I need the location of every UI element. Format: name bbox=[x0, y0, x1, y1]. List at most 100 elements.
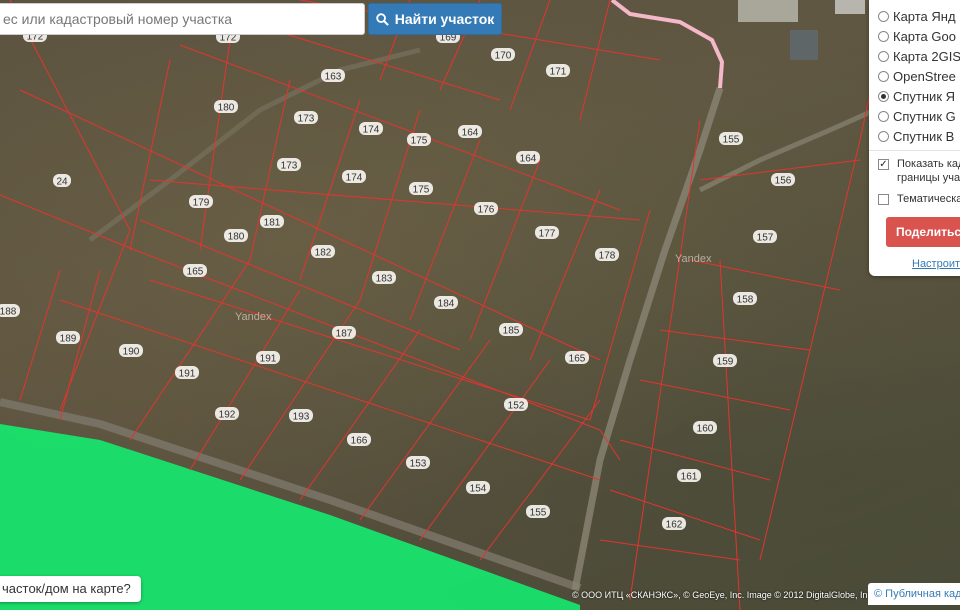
parcel-label[interactable]: 182 bbox=[311, 245, 335, 259]
radio-icon[interactable] bbox=[878, 131, 889, 142]
layer-option-yandex-satellite[interactable]: Спутник Я bbox=[878, 89, 955, 104]
parcel-label-text: 157 bbox=[757, 233, 774, 244]
parcel-label-text: 165 bbox=[569, 354, 586, 365]
settings-link[interactable]: Настроит bbox=[912, 258, 960, 270]
parcel-label[interactable]: 183 bbox=[372, 271, 396, 285]
parcel-label[interactable]: 180 bbox=[214, 100, 238, 114]
parcel-label-text: 160 bbox=[697, 424, 714, 435]
parcel-label[interactable]: 192 bbox=[215, 407, 239, 421]
parcel-label[interactable]: 185 bbox=[499, 323, 523, 337]
cadastral-overlay[interactable]: 24172 17216316917017117317417516416417317… bbox=[0, 0, 960, 610]
building bbox=[790, 30, 818, 60]
parcel-label-text: 192 bbox=[219, 410, 236, 421]
parcel-boundary-line bbox=[529, 189, 601, 361]
checkbox-checked-icon[interactable]: ✓ bbox=[878, 159, 889, 170]
parcel-label[interactable]: 189 bbox=[56, 331, 80, 345]
layer-option-bing-satellite[interactable]: Спутник B bbox=[878, 129, 954, 144]
layer-option-yandex-map[interactable]: Карта Янд bbox=[878, 9, 956, 24]
parcel-label-text: 164 bbox=[520, 154, 537, 165]
radio-icon[interactable] bbox=[878, 111, 889, 122]
layer-option-google-satellite[interactable]: Спутник G bbox=[878, 109, 956, 124]
parcel-label[interactable]: 180 bbox=[224, 229, 248, 243]
parcel-label-text: 165 bbox=[187, 267, 204, 278]
parcel-label[interactable]: 191 bbox=[175, 366, 199, 380]
parcel-label-text: 181 bbox=[264, 218, 281, 229]
locate-hint[interactable]: частoк/дом на карте? bbox=[0, 576, 141, 602]
parcel-label-text: 175 bbox=[413, 185, 430, 196]
checkbox-icon[interactable] bbox=[878, 193, 889, 205]
parcel-label[interactable]: 190 bbox=[119, 344, 143, 358]
layer-option-2gis-map[interactable]: Карта 2GIS bbox=[878, 49, 960, 64]
satellite-map[interactable]: 24 172 172 163 169 170 171 173 174 175 164 164 173 17… bbox=[0, 0, 960, 610]
radio-icon[interactable] bbox=[878, 91, 889, 102]
radio-icon[interactable] bbox=[878, 31, 889, 42]
parcel-label-text: 185 bbox=[503, 326, 520, 337]
parcel-boundary-line bbox=[59, 269, 101, 421]
parcel-label[interactable]: 159 bbox=[713, 354, 737, 368]
parcel-label[interactable]: 165 bbox=[565, 351, 589, 365]
parcel-label[interactable]: 173 bbox=[294, 111, 318, 125]
parcel-label[interactable]: 163 bbox=[321, 69, 345, 83]
parcel-label[interactable]: 174 bbox=[342, 170, 366, 184]
parcel-label[interactable]: 175 bbox=[409, 182, 433, 196]
parcel-label[interactable]: 187 bbox=[332, 326, 356, 340]
parcel-boundary-line bbox=[409, 139, 481, 321]
parcel-label[interactable]: 155 bbox=[526, 505, 550, 519]
parcel-label-text: 174 bbox=[346, 173, 363, 184]
parcel-label-text: 171 bbox=[550, 67, 567, 78]
parcel-label[interactable]: 176 bbox=[474, 202, 498, 216]
parcel-label[interactable]: 154 bbox=[466, 481, 490, 495]
public-map-link[interactable]: © Публичная кад bbox=[868, 583, 960, 605]
search-input[interactable] bbox=[0, 3, 365, 35]
parcel-label[interactable]: 193 bbox=[289, 409, 313, 423]
parcel-label[interactable]: 153 bbox=[406, 456, 430, 470]
parcel-label-text: 193 bbox=[293, 412, 310, 423]
parcel-label[interactable]: 179 bbox=[189, 195, 213, 209]
parcel-label[interactable]: 157 bbox=[753, 230, 777, 244]
map-attribution: © ООО ИТЦ «СКАНЭКС», © GeoEye, Inc. Imag… bbox=[572, 590, 875, 600]
parcel-label[interactable]: 164 bbox=[458, 125, 482, 139]
share-button[interactable]: Поделиться bbox=[886, 217, 960, 247]
parcel-label[interactable]: 178 bbox=[595, 248, 619, 262]
show-borders-toggle[interactable]: ✓ Показать кад границы уча bbox=[878, 157, 960, 185]
parcel-label[interactable]: 171 bbox=[546, 64, 570, 78]
parcel-label[interactable]: 158 bbox=[733, 292, 757, 306]
parcel-label[interactable]: 161 bbox=[677, 469, 701, 483]
parcel-label-text: 180 bbox=[218, 103, 235, 114]
radio-icon[interactable] bbox=[878, 51, 889, 62]
parcel-label-text: 161 bbox=[681, 472, 698, 483]
parcel-label[interactable]: 191 bbox=[256, 351, 280, 365]
parcel-label-text: 170 bbox=[495, 51, 512, 62]
parcel-label-text: 24 bbox=[56, 177, 68, 188]
parcel-label[interactable]: 175 bbox=[407, 133, 431, 147]
layer-option-google-map[interactable]: Карта Goo bbox=[878, 29, 956, 44]
radio-icon[interactable] bbox=[878, 71, 889, 82]
parcel-boundary-line bbox=[579, 0, 611, 121]
parcel-label[interactable]: 177 bbox=[535, 226, 559, 240]
parcel-label[interactable]: 173 bbox=[277, 158, 301, 172]
parcel-label[interactable]: 165 bbox=[183, 264, 207, 278]
show-borders-line1: Показать кад bbox=[897, 158, 960, 170]
parcel-label-text: 173 bbox=[281, 161, 298, 172]
parcel-boundary-line bbox=[149, 179, 641, 221]
parcel-label[interactable]: 156 bbox=[771, 173, 795, 187]
parcel-label[interactable]: 162 bbox=[662, 517, 686, 531]
parcel-boundary-line bbox=[599, 539, 741, 561]
parcel-label[interactable]: 24 bbox=[53, 174, 71, 188]
thematic-toggle[interactable]: Тематическа bbox=[878, 192, 960, 206]
parcel-label[interactable]: 164 bbox=[516, 151, 540, 165]
search-button[interactable]: Найти участок bbox=[368, 3, 502, 35]
parcel-label[interactable]: 174 bbox=[359, 122, 383, 136]
parcel-label[interactable]: 166 bbox=[347, 433, 371, 447]
layer-option-label: Спутник G bbox=[893, 109, 956, 124]
parcel-label[interactable]: 152 bbox=[504, 398, 528, 412]
parcel-label[interactable]: 181 bbox=[260, 215, 284, 229]
search-button-label: Найти участок bbox=[394, 11, 495, 27]
parcel-label[interactable]: 170 bbox=[491, 48, 515, 62]
layer-option-openstreetmap[interactable]: OpenStree bbox=[878, 69, 956, 84]
parcel-label[interactable]: 188 bbox=[0, 304, 20, 318]
radio-icon[interactable] bbox=[878, 11, 889, 22]
parcel-label[interactable]: 155 bbox=[719, 132, 743, 146]
parcel-label[interactable]: 184 bbox=[434, 296, 458, 310]
parcel-label[interactable]: 160 bbox=[693, 421, 717, 435]
